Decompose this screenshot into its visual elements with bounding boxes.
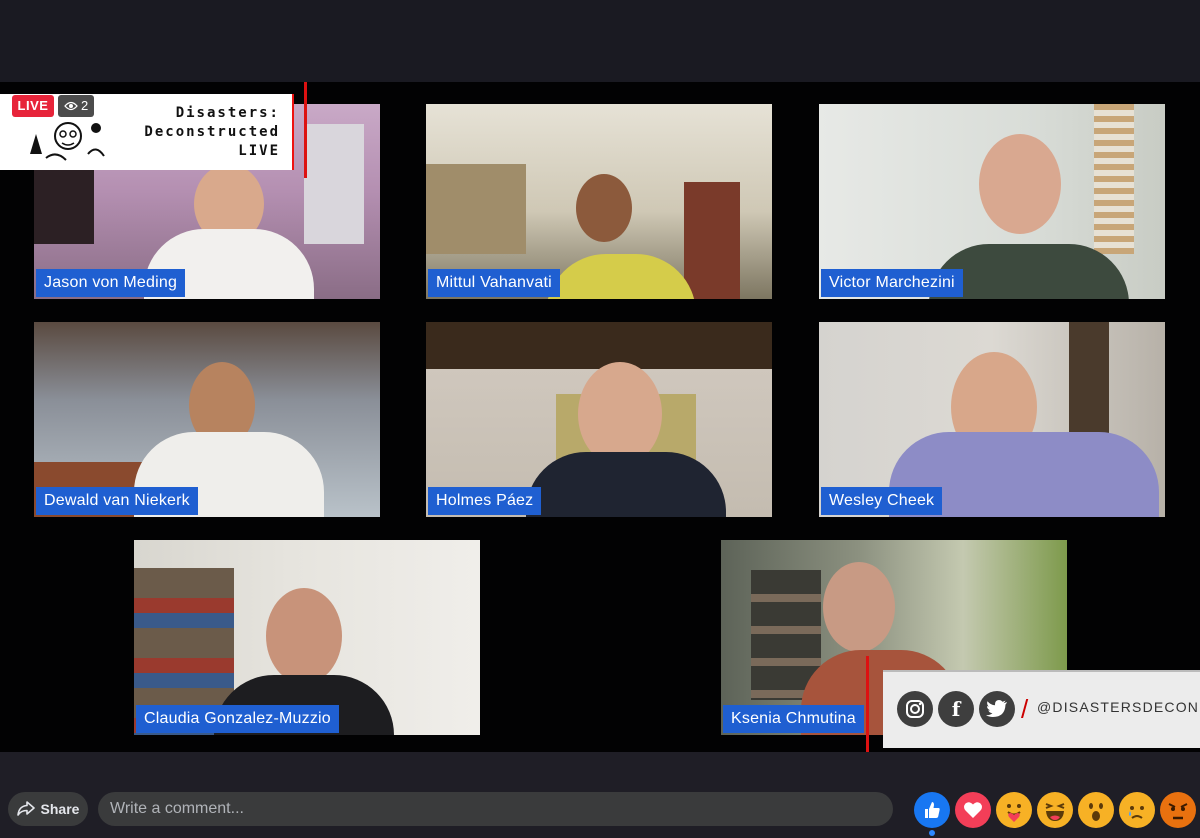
accent-line — [866, 656, 869, 756]
share-button[interactable]: Share — [8, 792, 88, 826]
haha-reaction-button[interactable] — [1037, 792, 1073, 828]
person-head — [578, 362, 662, 466]
participant-name: Victor Marchezini — [821, 269, 963, 297]
heart-icon — [964, 802, 982, 818]
divider-slash: / — [1021, 694, 1029, 724]
video-tile-dewald[interactable]: Dewald van Niekerk — [34, 322, 380, 517]
video-tile-holmes[interactable]: Holmes Páez — [426, 322, 772, 517]
reaction-bar — [914, 792, 1196, 828]
thumbs-up-icon — [925, 802, 940, 818]
share-label: Share — [40, 801, 80, 817]
participant-name: Wesley Cheek — [821, 487, 943, 515]
social-overlay: f / @DISASTERSDECON — [883, 670, 1200, 748]
viewer-count-value: 2 — [81, 98, 89, 113]
accent-line — [304, 82, 307, 178]
care-face-icon — [1007, 804, 1021, 822]
participant-name: Holmes Páez — [428, 487, 542, 515]
person-body — [526, 452, 726, 517]
sad-reaction-button[interactable] — [1119, 792, 1155, 828]
twitter-icon — [979, 691, 1015, 727]
person-head — [576, 174, 632, 242]
like-reaction-button[interactable] — [914, 792, 950, 828]
share-icon — [16, 801, 35, 816]
show-title: Disasters: Deconstructed LIVE — [144, 105, 280, 159]
sad-face-icon — [1129, 806, 1144, 819]
comment-input[interactable]: Write a comment... — [98, 792, 893, 826]
participant-name: Ksenia Chmutina — [723, 705, 864, 733]
video-tile-claudia[interactable]: Claudia Gonzalez-Muzzio — [134, 540, 480, 735]
eye-icon — [64, 101, 78, 111]
viewer-count: 2 — [58, 95, 95, 117]
shelf — [426, 164, 526, 254]
participant-name: Mittul Vahanvati — [428, 269, 560, 297]
instagram-icon — [897, 691, 933, 727]
video-tile-wesley[interactable]: Wesley Cheek — [819, 322, 1165, 517]
person-head — [266, 588, 342, 684]
participant-name: Dewald van Niekerk — [36, 487, 198, 515]
selected-reaction-indicator — [929, 830, 935, 836]
video-tile-victor[interactable]: Victor Marchezini — [819, 104, 1165, 299]
surprised-face-icon — [1089, 803, 1103, 821]
door — [684, 182, 740, 299]
live-badge: LIVE — [12, 95, 54, 117]
facebook-icon: f — [938, 691, 974, 727]
angry-face-icon — [1168, 803, 1188, 820]
person-head — [979, 134, 1061, 234]
participant-name: Jason von Meding — [36, 269, 186, 297]
show-logo-illustration — [26, 114, 108, 164]
social-handle: @DISASTERSDECON — [1037, 699, 1200, 715]
wall-decoration — [1094, 104, 1134, 254]
top-band — [0, 0, 1200, 82]
laughing-face-icon — [1045, 803, 1065, 821]
care-reaction-button[interactable] — [996, 792, 1032, 828]
cabinet — [304, 124, 364, 244]
love-reaction-button[interactable] — [955, 792, 991, 828]
person-head — [823, 562, 895, 652]
video-tile-mittul[interactable]: Mittul Vahanvati — [426, 104, 772, 299]
participant-name: Claudia Gonzalez-Muzzio — [136, 705, 339, 733]
wow-reaction-button[interactable] — [1078, 792, 1114, 828]
angry-reaction-button[interactable] — [1160, 792, 1196, 828]
